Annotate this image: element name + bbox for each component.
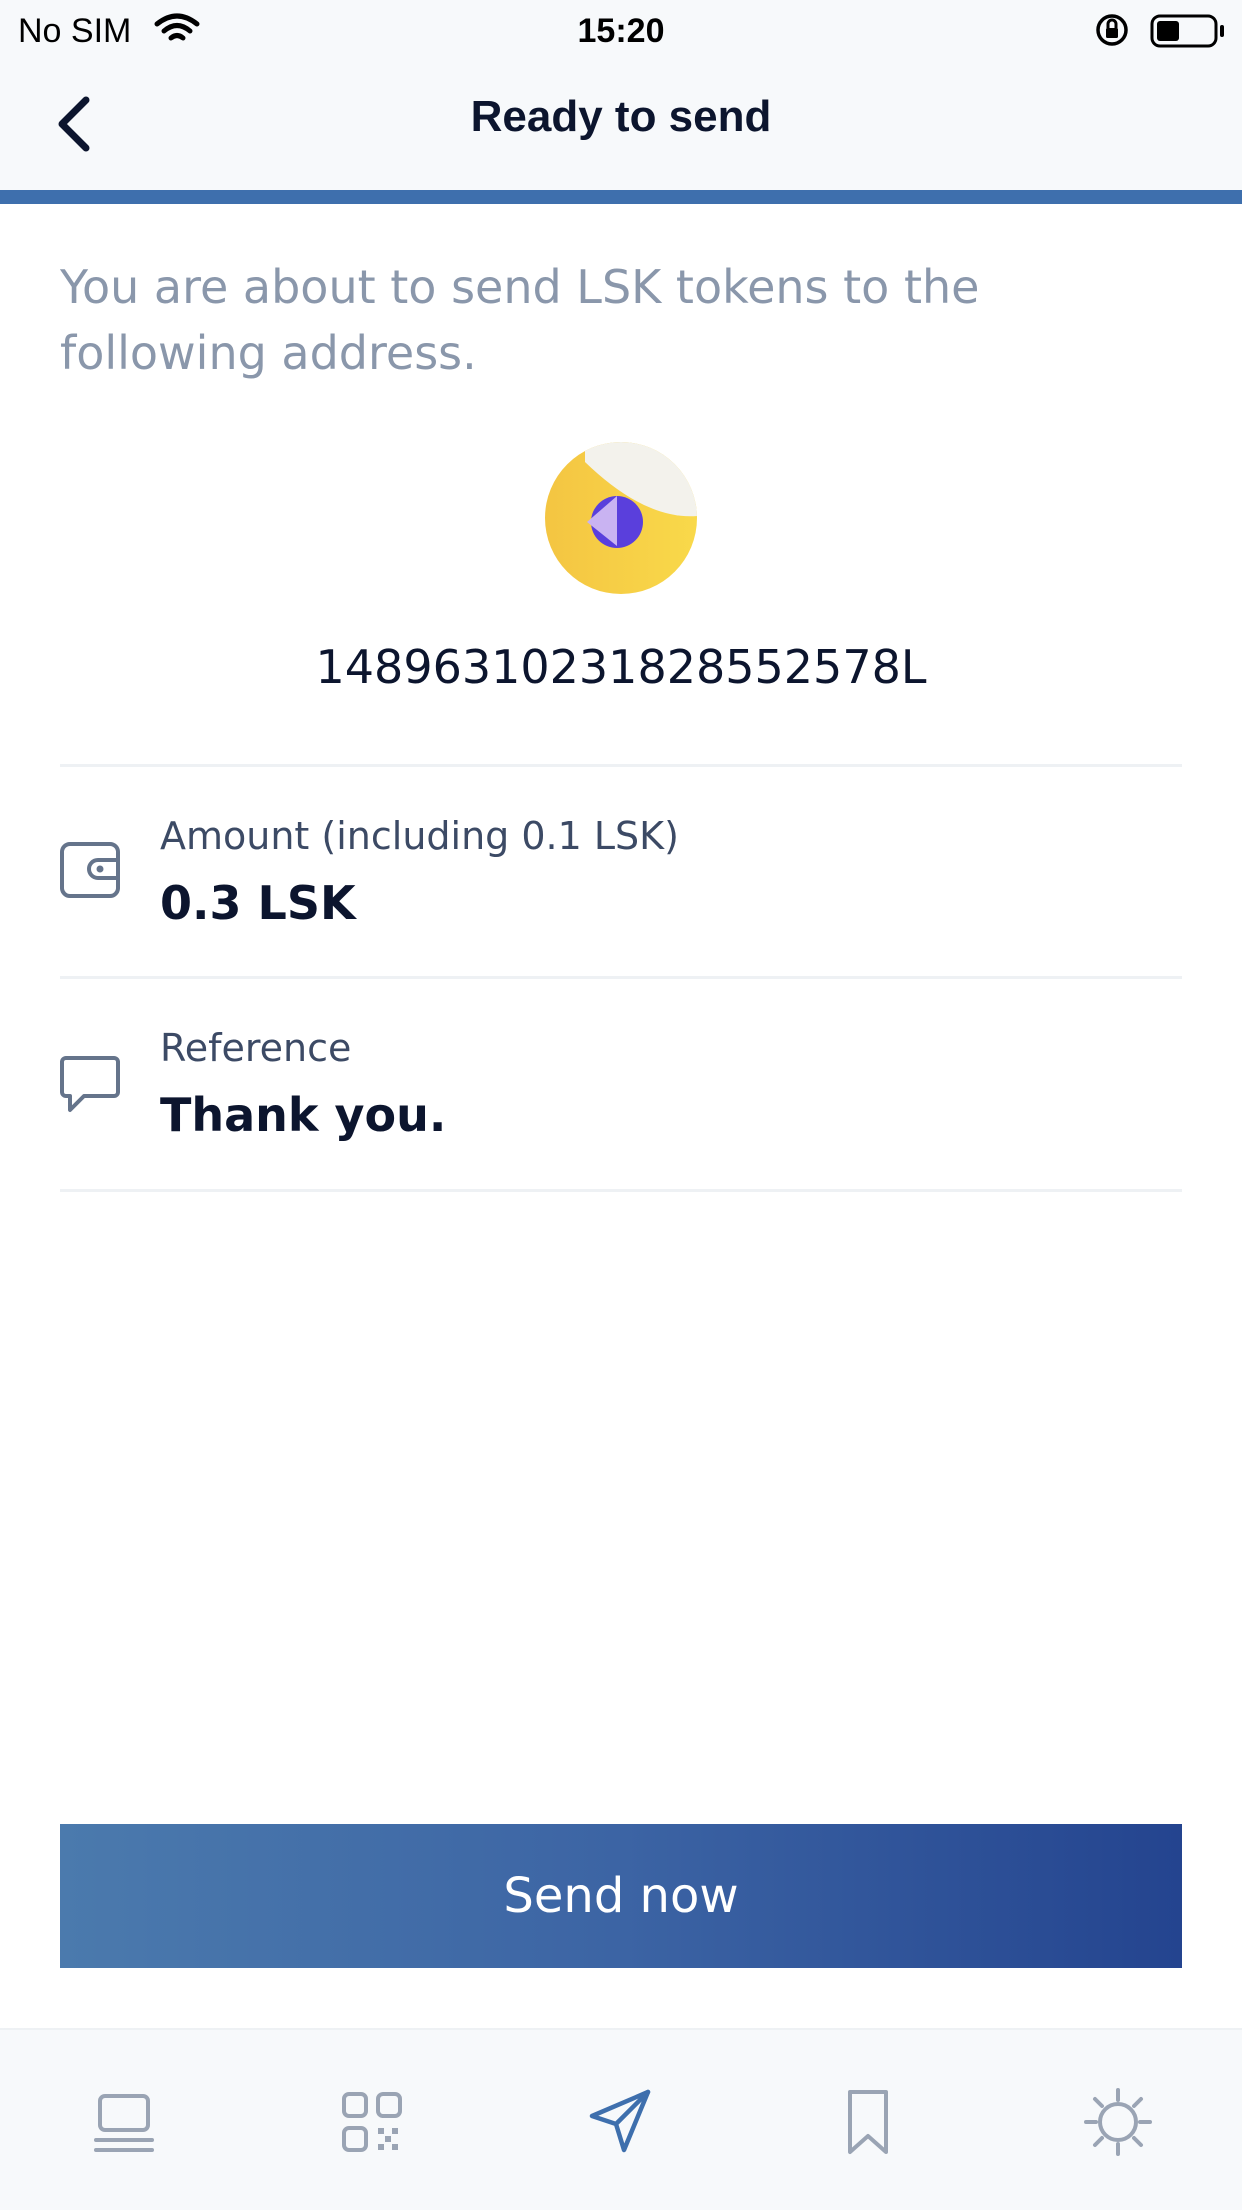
status-bar: No SIM 15:20: [0, 0, 1242, 62]
progress-bar: [0, 190, 1242, 204]
qr-code-icon[interactable]: [336, 2086, 408, 2158]
intro-text: You are about to send LSK tokens to the …: [60, 260, 980, 380]
clock: 15:20: [577, 12, 665, 50]
reference-label: Reference: [160, 1026, 352, 1070]
settings-icon[interactable]: [1082, 2086, 1154, 2158]
reference-value: Thank you.: [160, 1088, 447, 1142]
page-title: Ready to send: [470, 92, 772, 141]
divider: [60, 976, 1182, 979]
battery-icon: [1150, 14, 1224, 48]
amount-value: 0.3 LSK: [160, 876, 356, 930]
home-icon[interactable]: [88, 2086, 160, 2158]
message-icon: [60, 1056, 120, 1112]
divider: [60, 764, 1182, 767]
wallet-icon: [60, 842, 120, 898]
navigation-header: Ready to send: [0, 62, 1242, 190]
send-icon[interactable]: [584, 2086, 656, 2158]
divider: [60, 1189, 1182, 1192]
bookmark-icon[interactable]: [832, 2086, 904, 2158]
send-now-button[interactable]: Send now: [60, 1824, 1182, 1968]
amount-label: Amount (including 0.1 LSK): [160, 814, 679, 858]
recipient-address: 14896310231828552578L: [315, 640, 927, 694]
bottom-tab-bar: [0, 2028, 1242, 2210]
recipient-avatar: [545, 442, 697, 594]
rotation-lock-icon: [1096, 14, 1128, 46]
